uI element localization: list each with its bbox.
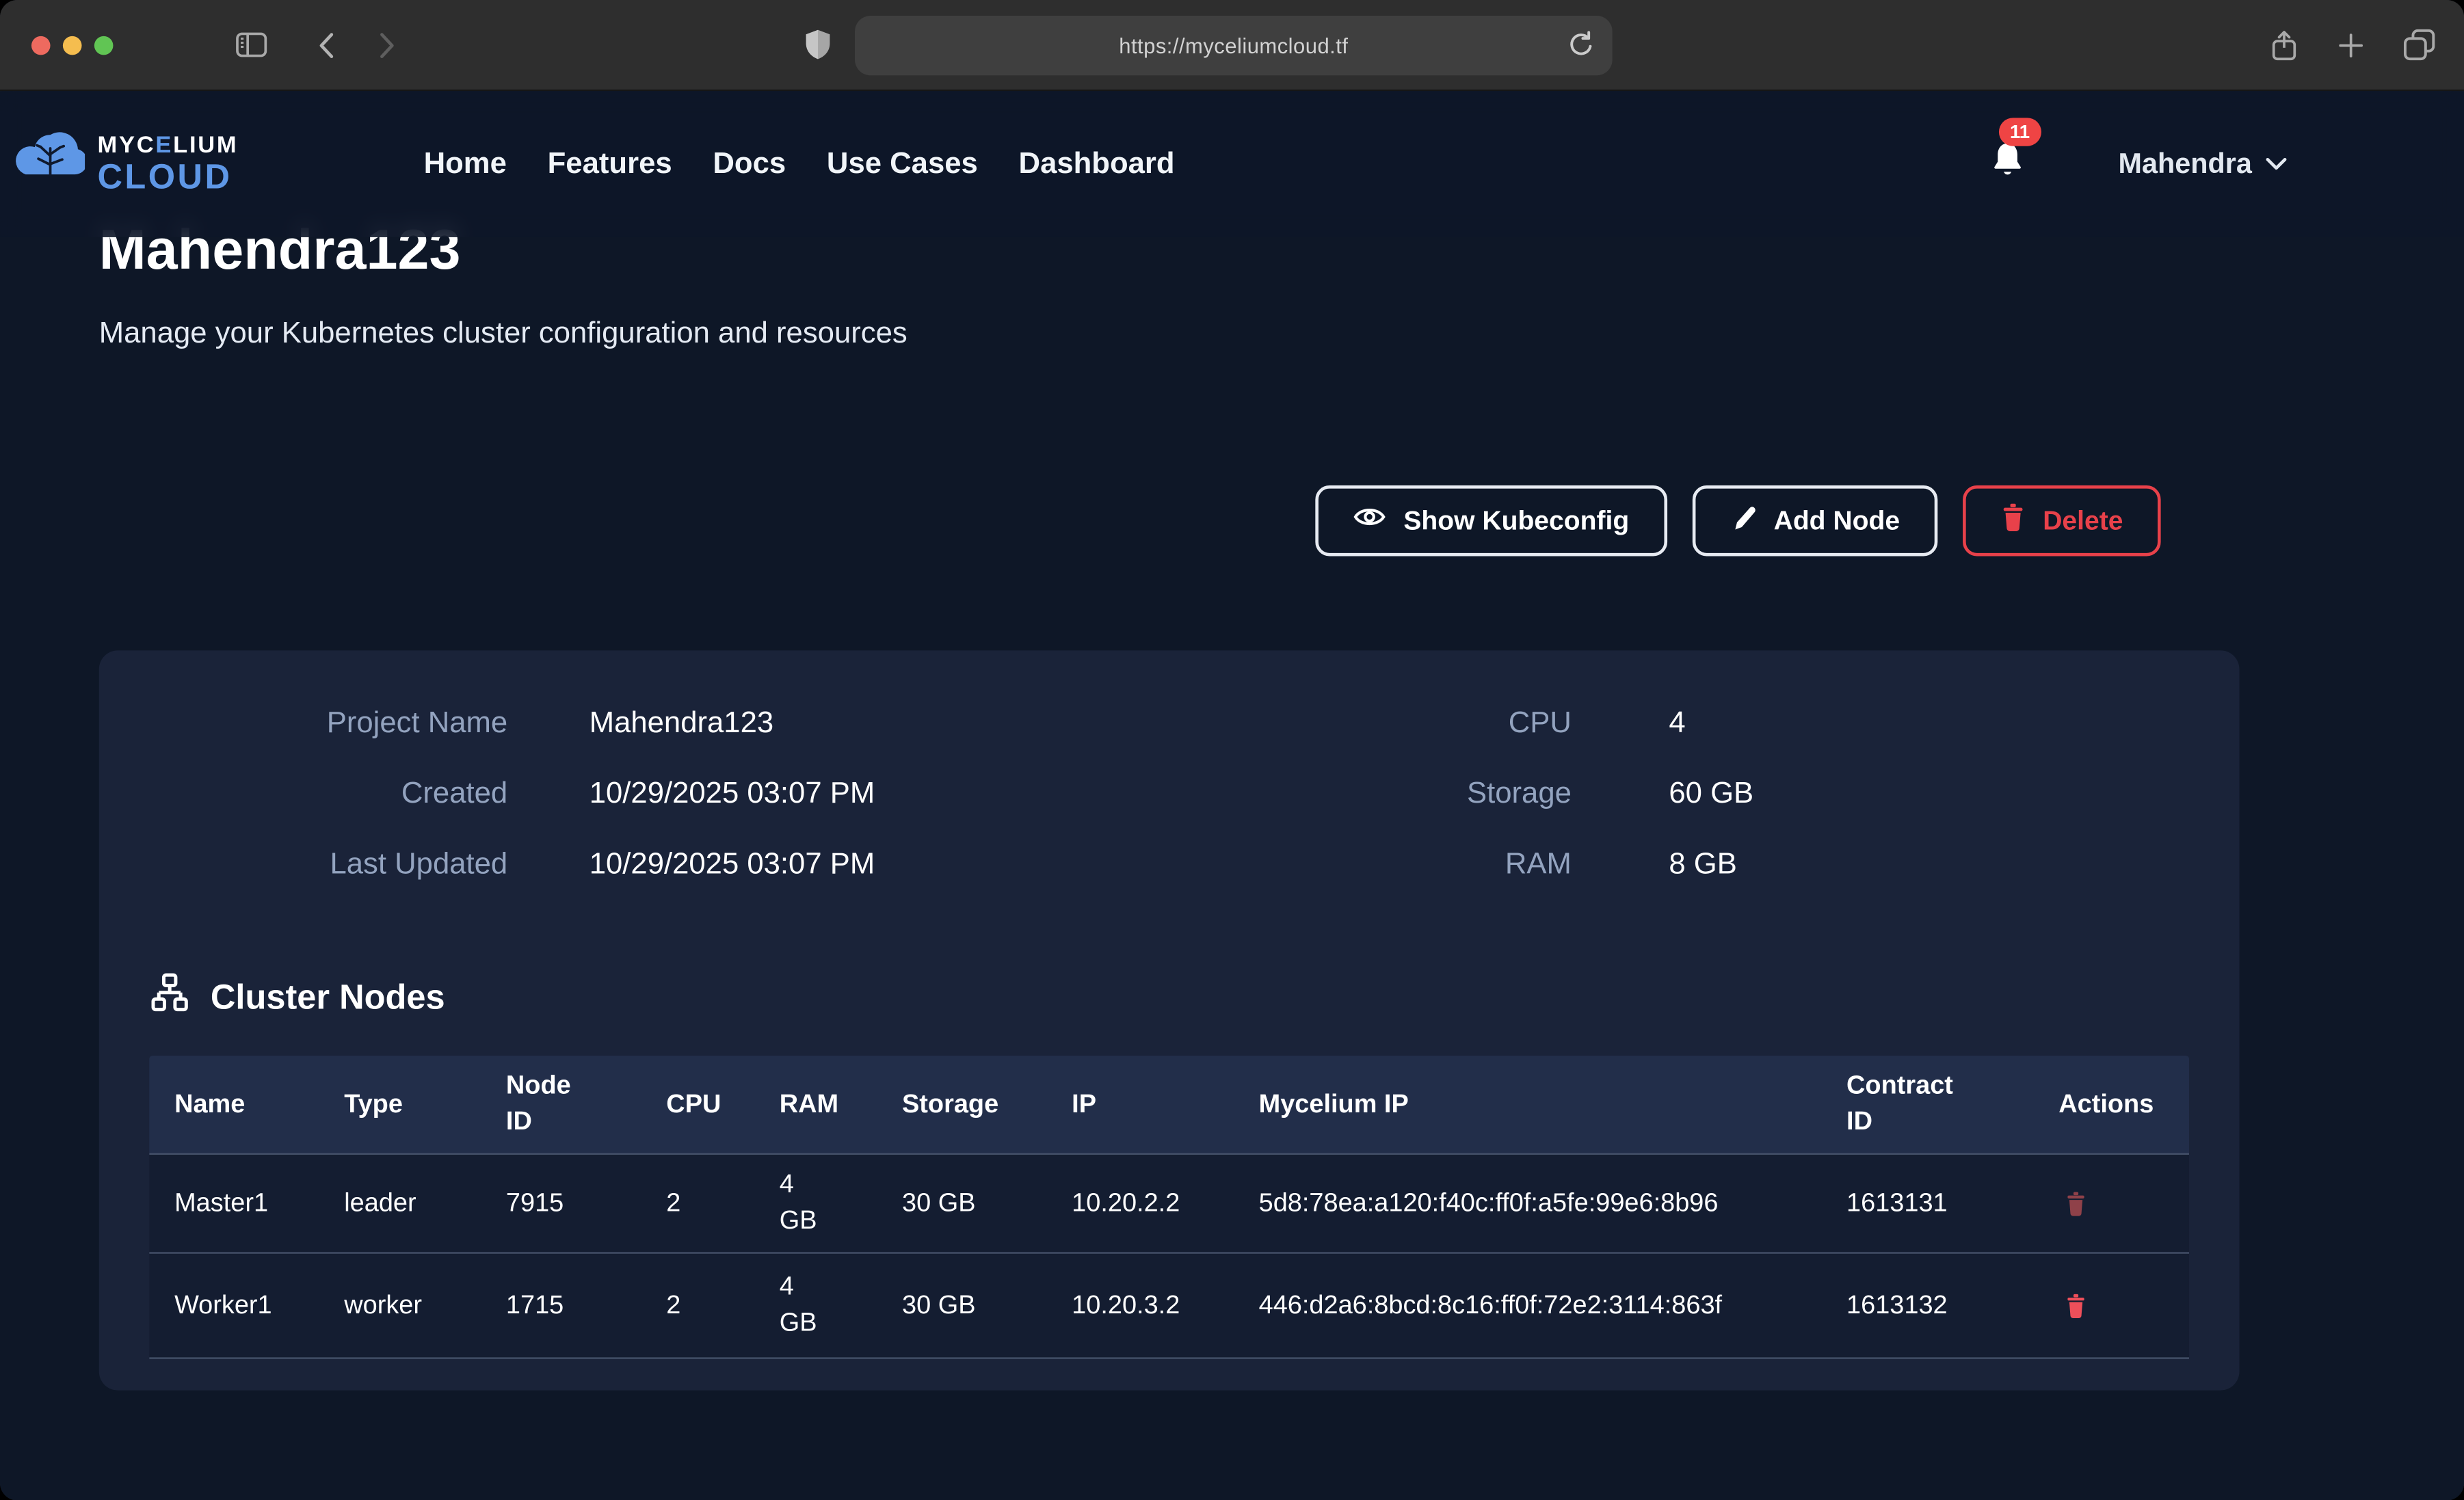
new-tab-icon[interactable] — [2337, 31, 2365, 59]
chevron-down-icon — [2264, 150, 2288, 178]
bell-icon — [1988, 161, 2027, 188]
info-row-storage: Storage 60 GB — [1169, 759, 2240, 829]
sidebar-toggle-icon[interactable] — [236, 31, 267, 58]
info-row-last-updated: Last Updated 10/29/2025 03:07 PM — [99, 829, 1169, 900]
mycelium-cloud-logo-icon — [16, 131, 85, 198]
nav-link-use-cases[interactable]: Use Cases — [827, 147, 978, 182]
screenshot-viewport: https://myceliumcloud.tf — [0, 0, 2464, 1500]
show-kubeconfig-button[interactable]: Show Kubeconfig — [1316, 485, 1667, 556]
table-row-master1: Master1 leader 7915 2 4 GB 30 GB 10.20.2… — [149, 1153, 2189, 1253]
info-column-right: CPU 4 Storage 60 GB RAM 8 GB — [1169, 688, 2240, 900]
pencil-icon — [1730, 503, 1756, 539]
table-row-worker1: Worker1 worker 1715 2 4 GB 30 GB 10.20.3… — [149, 1252, 2189, 1358]
page-subtitle: Manage your Kubernetes cluster configura… — [99, 312, 2464, 356]
cluster-info-grid: Project Name Mahendra123 Created 10/29/2… — [99, 650, 2240, 900]
tab-overview-icon[interactable] — [2402, 28, 2435, 61]
info-row-created: Created 10/29/2025 03:07 PM — [99, 759, 1169, 829]
table-header-row: Name Type Node ID CPU RAM Storage IP Myc… — [149, 1056, 2189, 1153]
zoom-window-button[interactable] — [94, 36, 114, 55]
nav-right: 11 Mahendra — [1988, 139, 2288, 189]
cluster-details-card: Project Name Mahendra123 Created 10/29/2… — [99, 650, 2240, 1390]
info-row-project-name: Project Name Mahendra123 — [99, 688, 1169, 758]
nav-link-features[interactable]: Features — [548, 147, 672, 182]
notification-badge: 11 — [1999, 117, 2041, 145]
notifications-button[interactable]: 11 — [1988, 139, 2027, 189]
reload-icon[interactable] — [1567, 30, 1595, 62]
add-node-button[interactable]: Add Node — [1692, 485, 1937, 556]
traffic-lights — [31, 36, 113, 55]
browser-toolbar: https://myceliumcloud.tf — [0, 0, 2464, 91]
cluster-nodes-heading: Cluster Nodes — [149, 972, 2239, 1021]
user-name: Mahendra — [2118, 148, 2251, 180]
user-menu[interactable]: Mahendra — [2118, 148, 2288, 180]
nav-link-dashboard[interactable]: Dashboard — [1019, 147, 1175, 182]
nav-links: Home Features Docs Use Cases Dashboard — [424, 147, 1175, 182]
brand-wordmark: MYCELIUM CLOUD — [97, 133, 238, 195]
trash-icon — [2000, 502, 2026, 539]
privacy-shield-icon[interactable] — [805, 28, 832, 61]
forward-icon[interactable] — [374, 31, 399, 59]
share-icon[interactable] — [2269, 27, 2299, 62]
toolbar-right-icons — [2269, 0, 2436, 90]
nav-link-docs[interactable]: Docs — [713, 147, 786, 182]
info-row-cpu: CPU 4 — [1169, 688, 2240, 758]
page-content: Mahendra123 Manage your Kubernetes clust… — [0, 91, 2464, 1390]
close-window-button[interactable] — [31, 36, 51, 55]
nav-link-home[interactable]: Home — [424, 147, 507, 182]
page-body: MYCELIUM CLOUD Home Features Docs Use Ca… — [0, 91, 2464, 1500]
safari-window: https://myceliumcloud.tf — [0, 0, 2464, 1500]
cluster-actions-row: Show Kubeconfig Add Node Delete — [99, 485, 2161, 556]
delete-node-button[interactable] — [2065, 1292, 2087, 1319]
back-icon[interactable] — [315, 31, 340, 59]
cluster-nodes-table: Name Type Node ID CPU RAM Storage IP Myc… — [149, 1056, 2189, 1358]
address-bar[interactable]: https://myceliumcloud.tf — [855, 16, 1613, 75]
delete-cluster-button[interactable]: Delete — [1963, 485, 2161, 556]
url-text: https://myceliumcloud.tf — [1119, 34, 1348, 57]
site-navbar: MYCELIUM CLOUD Home Features Docs Use Ca… — [0, 91, 2464, 237]
brand-logo[interactable]: MYCELIUM CLOUD — [16, 131, 238, 198]
info-row-ram: RAM 8 GB — [1169, 829, 2240, 900]
eye-icon — [1353, 505, 1386, 537]
info-column-left: Project Name Mahendra123 Created 10/29/2… — [99, 688, 1169, 900]
delete-node-button[interactable] — [2065, 1190, 2087, 1217]
minimize-window-button[interactable] — [63, 36, 82, 55]
sitemap-icon — [149, 972, 190, 1021]
